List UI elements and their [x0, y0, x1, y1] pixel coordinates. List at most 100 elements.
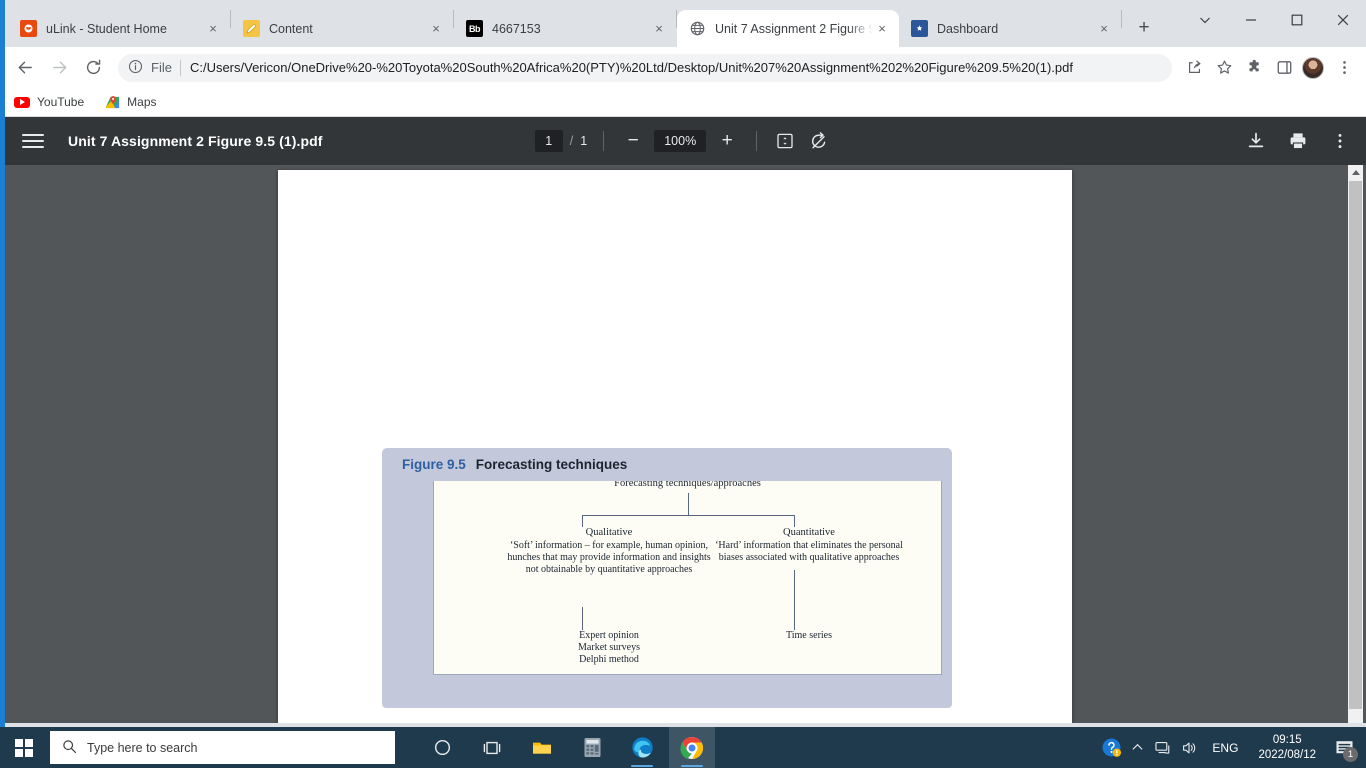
taskbar-app-buttons — [419, 727, 715, 768]
more-vertical-icon[interactable] — [1328, 129, 1352, 153]
browser-tab-ulink[interactable]: uLink - Student Home × — [8, 10, 230, 47]
globe-icon — [689, 20, 706, 37]
scroll-up-icon[interactable] — [1348, 165, 1363, 180]
toolbar-actions — [1178, 54, 1358, 82]
window-controls — [1182, 0, 1366, 40]
reload-icon[interactable] — [78, 53, 108, 83]
connector-right-branch — [794, 515, 795, 527]
rotate-icon[interactable] — [807, 129, 831, 153]
scrollbar-thumb[interactable] — [1349, 181, 1362, 709]
help-circle-icon[interactable] — [1098, 727, 1124, 768]
download-icon[interactable] — [1244, 129, 1268, 153]
vertical-scrollbar[interactable] — [1348, 165, 1363, 723]
fit-page-icon[interactable] — [773, 129, 797, 153]
page-separator: / — [569, 134, 574, 148]
pdf-viewport[interactable]: Figure 9.5 Forecasting techniques Foreca… — [0, 165, 1366, 723]
notification-icon[interactable]: 1 — [1326, 727, 1362, 768]
browser-window: uLink - Student Home × Content × Bb 4667… — [0, 0, 1366, 727]
microsoft-edge-icon[interactable] — [619, 727, 665, 768]
browser-tab-blackboard[interactable]: Bb 4667153 × — [454, 10, 676, 47]
connector-horizontal — [582, 515, 794, 516]
quantitative-heading: Quantitative — [783, 527, 835, 538]
minimize-icon[interactable] — [1228, 4, 1274, 36]
tab-divider — [1121, 10, 1122, 28]
pdf-page: Figure 9.5 Forecasting techniques Foreca… — [278, 170, 1072, 723]
qualitative-heading: Qualitative — [585, 527, 633, 538]
search-placeholder: Type here to search — [87, 740, 198, 755]
pdf-toolbar: Unit 7 Assignment 2 Figure 9.5 (1).pdf 1… — [0, 117, 1366, 165]
more-menu-icon[interactable] — [1330, 54, 1358, 82]
browser-tab-content[interactable]: Content × — [231, 10, 453, 47]
tab-title: 4667153 — [492, 21, 541, 36]
figure-caption: Figure 9.5 Forecasting techniques — [382, 448, 952, 481]
quantitative-leaf-list: Time series — [785, 630, 833, 641]
url-scheme-label: File — [151, 60, 172, 75]
browser-tab-dashboard[interactable]: Dashboard × — [899, 10, 1121, 47]
calculator-icon[interactable] — [569, 727, 615, 768]
bookmark-youtube[interactable]: YouTube — [14, 94, 84, 110]
language-indicator[interactable]: ENG — [1202, 741, 1248, 755]
zoom-level-display[interactable]: 100% — [654, 130, 707, 152]
sidepanel-icon[interactable] — [1270, 54, 1298, 82]
connector-root-stem — [688, 493, 689, 515]
chevron-up-icon[interactable] — [1124, 727, 1150, 768]
quantitative-body: ‘Hard’ information that eliminates the p… — [715, 540, 903, 563]
toolbar-divider — [603, 131, 605, 151]
clock-date: 2022/08/12 — [1258, 748, 1316, 761]
connector-left-branch — [582, 515, 583, 527]
page-number-input[interactable]: 1 — [534, 130, 563, 152]
share-icon[interactable] — [1180, 54, 1208, 82]
file-explorer-icon[interactable] — [519, 727, 565, 768]
hamburger-menu-icon[interactable] — [22, 134, 44, 148]
close-icon[interactable]: × — [204, 20, 222, 38]
google-maps-icon — [104, 94, 120, 110]
star-icon[interactable] — [1210, 54, 1238, 82]
close-icon[interactable]: × — [1095, 20, 1113, 38]
network-icon[interactable] — [1150, 727, 1176, 768]
profile-avatar-icon[interactable] — [1302, 56, 1324, 79]
connector-right-leaf — [794, 570, 795, 630]
taskbar-search-input[interactable]: Type here to search — [50, 731, 395, 764]
zoom-in-button[interactable]: + — [714, 128, 740, 154]
bookmark-label: Maps — [127, 95, 157, 109]
volume-icon[interactable] — [1176, 727, 1202, 768]
window-left-border — [0, 0, 5, 727]
close-icon[interactable]: × — [650, 20, 668, 38]
youtube-icon — [14, 94, 30, 110]
print-icon[interactable] — [1286, 129, 1310, 153]
google-chrome-icon[interactable] — [669, 727, 715, 768]
page-total: 1 — [580, 134, 588, 148]
blackboard-icon: Bb — [466, 20, 483, 37]
address-bar[interactable]: File C:/Users/Vericon/OneDrive%20-%20Toy… — [118, 53, 1172, 82]
bookmark-label: YouTube — [37, 95, 85, 109]
chevron-down-icon[interactable] — [1182, 4, 1228, 36]
close-icon[interactable]: × — [427, 20, 445, 38]
cortana-icon[interactable] — [419, 727, 465, 768]
toolbar-divider — [756, 131, 758, 151]
browser-tab-unit7-assignment[interactable]: Unit 7 Assignment 2 Figure 9 × — [677, 10, 899, 47]
shield-icon — [911, 20, 928, 37]
bookmark-maps[interactable]: Maps — [104, 94, 157, 110]
back-arrow-icon[interactable] — [10, 53, 40, 83]
tab-strip: uLink - Student Home × Content × Bb 4667… — [0, 0, 1366, 47]
info-circle-icon[interactable] — [128, 59, 146, 77]
omnibox-divider — [179, 59, 181, 76]
zoom-out-button[interactable]: − — [620, 128, 646, 154]
taskbar-clock[interactable]: 09:15 2022/08/12 — [1248, 733, 1326, 762]
bookmarks-bar: YouTube Maps — [0, 88, 1366, 117]
new-tab-button[interactable]: + — [1130, 14, 1158, 42]
url-text: C:/Users/Vericon/OneDrive%20-%20Toyota%2… — [189, 60, 1073, 75]
task-view-icon[interactable] — [469, 727, 515, 768]
windows-start-icon[interactable] — [0, 727, 48, 768]
pdf-actions — [1244, 129, 1352, 153]
tab-title: uLink - Student Home — [46, 21, 167, 36]
tab-title: Content — [269, 21, 313, 36]
close-icon[interactable] — [1320, 4, 1366, 36]
figure-number: Figure 9.5 — [402, 457, 466, 472]
forward-arrow-icon[interactable] — [44, 53, 74, 83]
extensions-icon[interactable] — [1240, 54, 1268, 82]
clock-time: 09:15 — [1272, 734, 1302, 747]
maximize-icon[interactable] — [1274, 4, 1320, 36]
qualitative-leaf-list: Expert opinion Market surveys Delphi met… — [578, 630, 640, 665]
close-icon[interactable]: × — [873, 20, 891, 38]
